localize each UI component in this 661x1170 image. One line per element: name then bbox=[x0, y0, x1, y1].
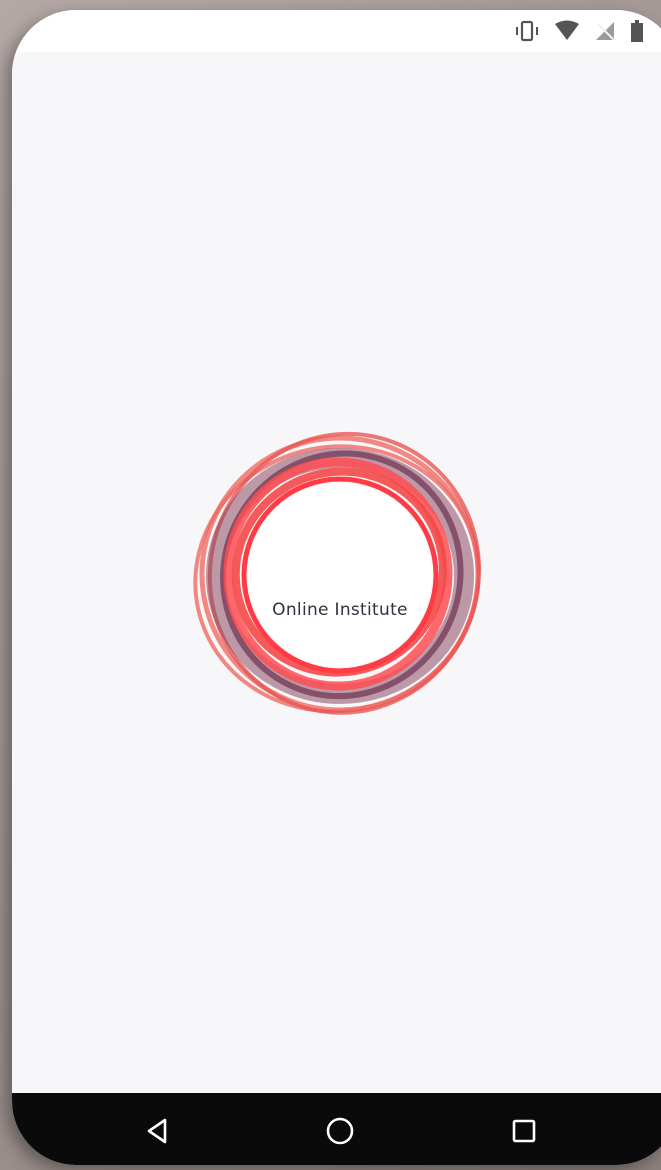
brand-name: Online Institute bbox=[272, 600, 408, 620]
splash-screen: Online Institute bbox=[12, 52, 661, 1102]
no-sim-icon bbox=[594, 20, 616, 42]
vibrate-icon bbox=[514, 20, 540, 42]
home-icon bbox=[326, 1117, 354, 1145]
home-button[interactable] bbox=[322, 1113, 358, 1149]
recents-icon bbox=[512, 1119, 536, 1143]
navigation-bar bbox=[12, 1093, 661, 1165]
status-icons bbox=[514, 18, 644, 44]
logo-placeholder-square bbox=[288, 498, 394, 606]
recents-button[interactable] bbox=[506, 1113, 542, 1149]
back-button[interactable] bbox=[140, 1113, 176, 1149]
wifi-icon bbox=[554, 20, 580, 42]
battery-icon bbox=[630, 20, 644, 42]
status-bar bbox=[12, 10, 661, 52]
back-icon bbox=[147, 1118, 167, 1144]
phone-frame: Online Institute bbox=[12, 10, 661, 1165]
app-logo: Online Institute bbox=[190, 424, 490, 724]
